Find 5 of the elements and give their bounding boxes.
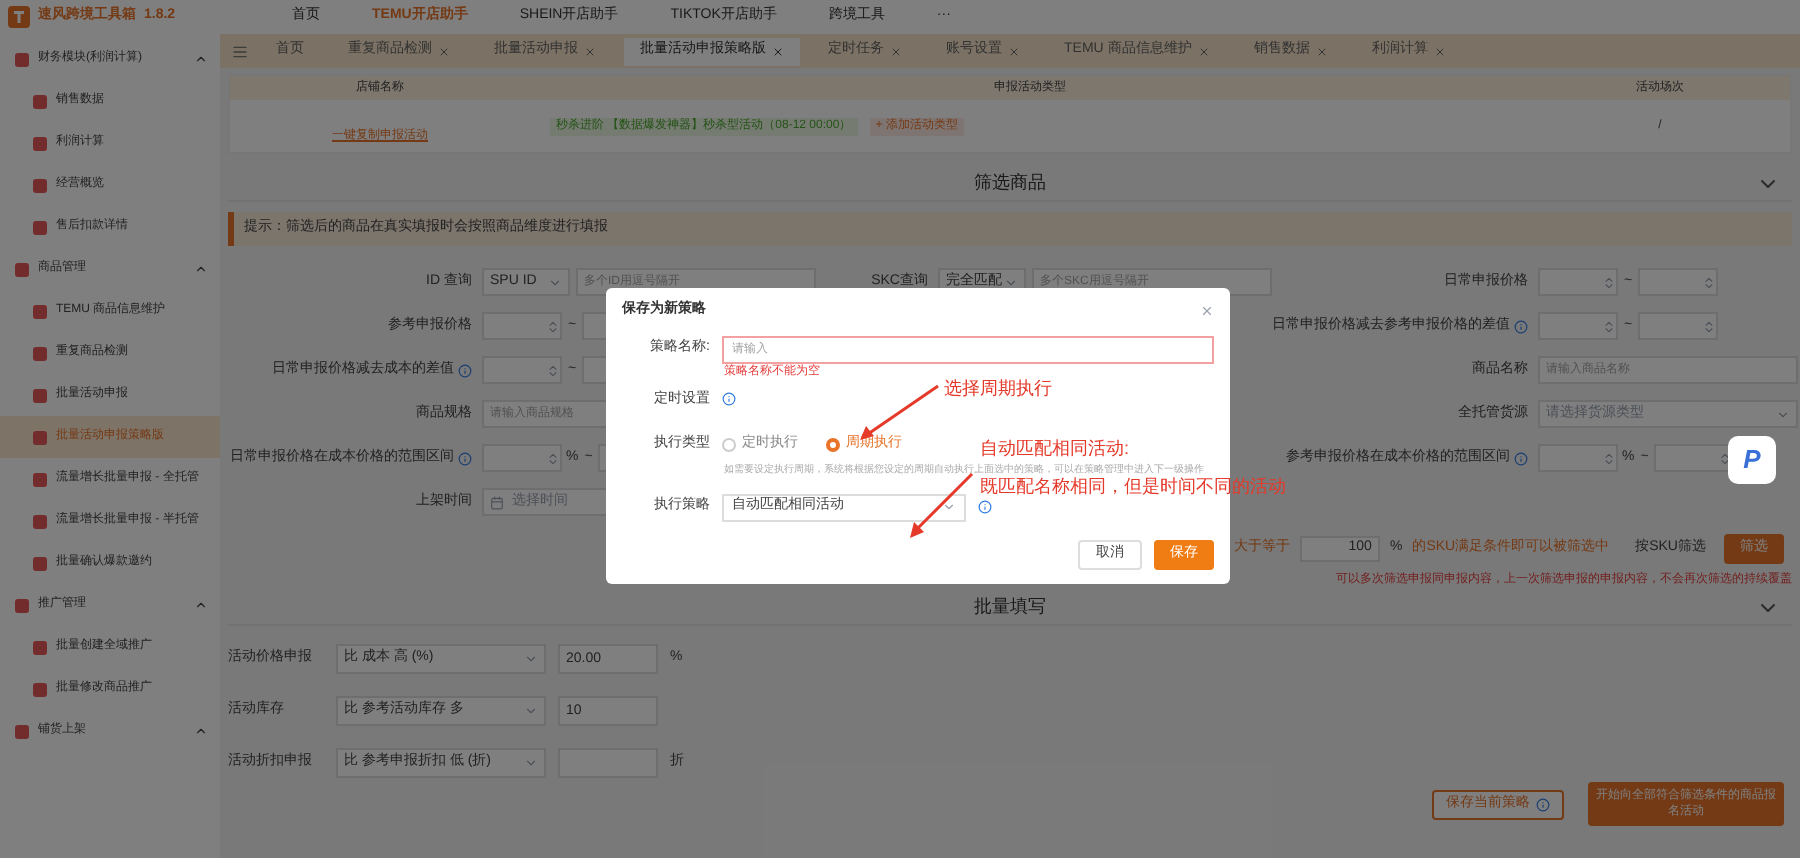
annotation-text: 选择周期执行 bbox=[944, 378, 1052, 398]
annotation-text: 既匹配名称相同，但是时间不同的活动 bbox=[980, 476, 1286, 496]
section-title: 批量填写 bbox=[974, 593, 1046, 620]
section-title: 筛选商品 bbox=[974, 169, 1046, 196]
annotation-text: 自动匹配相同活动: bbox=[980, 438, 1130, 458]
